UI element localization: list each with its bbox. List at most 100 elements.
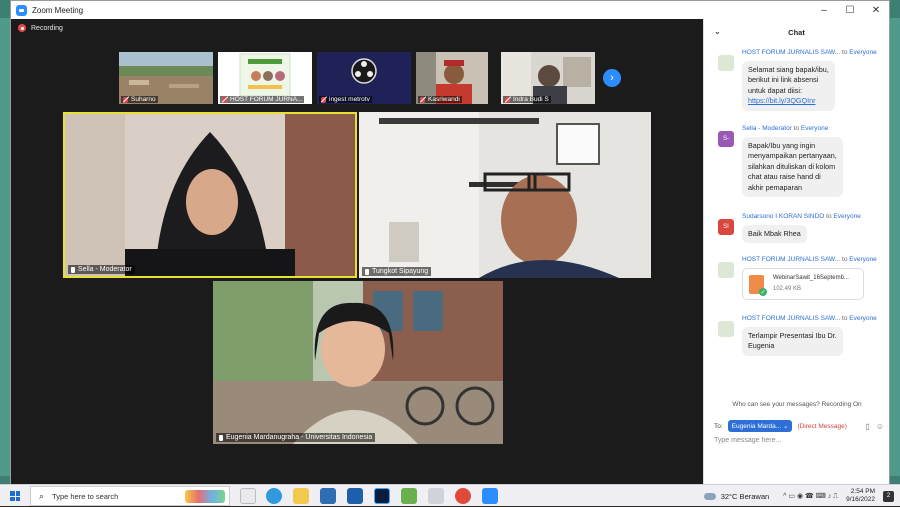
photoshop-icon[interactable]	[374, 488, 390, 504]
windows-start-icon[interactable]	[10, 491, 20, 501]
thumbnail-host-forum[interactable]: HOST FORUM JURNA...	[218, 52, 312, 104]
file-share-icon[interactable]: ▯	[865, 422, 869, 431]
system-tray: 32°C Berawan ^ ▭ ◉ ☎ ⌨ ♪ ⎍ 2:54 PM 9/16/…	[704, 485, 900, 507]
message-line: Baik Mbak Rhea	[748, 229, 801, 239]
mic-muted-icon	[321, 97, 326, 103]
message-line: silahkan dituliskan di kolom	[748, 162, 837, 172]
recording-icon	[18, 24, 26, 32]
recipient-dropdown[interactable]: Eugenia Marda... ⌄	[728, 420, 793, 432]
minimize-button[interactable]: –	[811, 1, 837, 19]
message-line: berikut ini link absensi	[748, 75, 829, 85]
participant-name: Tungkot Sipayung	[372, 268, 428, 275]
to-label: To:	[714, 423, 723, 430]
message-line: menyampaikan pertanyaan,	[748, 151, 837, 161]
thumbnail-suharno[interactable]: Suharno	[119, 52, 213, 104]
chevron-down-icon[interactable]: ⌄	[714, 27, 721, 36]
sender-name[interactable]: HOST FORUM JURNALIS SAW...	[742, 315, 840, 322]
check-icon: ✓	[759, 288, 767, 296]
message-bubble: Baik Mbak Rhea	[742, 225, 807, 243]
clock-date: 9/16/2022	[846, 496, 875, 504]
search-placeholder: Type here to search	[52, 492, 118, 501]
zoom-window: Zoom Meeting – ☐ ✕ Recording Suharno	[10, 0, 890, 484]
message-meta: Sella - Moderator to Everyone	[742, 125, 828, 132]
to-label: to	[840, 315, 849, 322]
sender-name[interactable]: Sudarsono I KORAN SINDO	[742, 213, 824, 220]
thumbnail-kasriwandi[interactable]: Kasriwandi	[416, 52, 488, 104]
notepad-icon[interactable]	[428, 488, 444, 504]
file-explorer-icon[interactable]	[293, 488, 309, 504]
word-icon[interactable]	[347, 488, 363, 504]
taskbar: ⌕ Type here to search 32°C Berawan ^ ▭ ◉…	[0, 484, 900, 506]
maximize-button[interactable]: ☐	[837, 1, 863, 19]
sender-name[interactable]: HOST FORUM JURNALIS SAW...	[742, 256, 840, 263]
avatar	[718, 55, 734, 71]
window-title: Zoom Meeting	[32, 6, 83, 15]
message-bubble: Bapak/Ibu yang ingin menyampaikan pertan…	[742, 137, 843, 197]
clock[interactable]: 2:54 PM 9/16/2022	[846, 488, 875, 504]
zoom-app-icon	[16, 5, 27, 16]
message-bubble: Terlampir Presentasi Ibu Dr. Eugenia	[742, 327, 843, 356]
file-attachment[interactable]: ✓ WebinarSawit_16Septemb... 102.49 KB	[742, 268, 864, 300]
emoji-icon[interactable]: ☺	[876, 422, 884, 431]
to-label: to	[840, 256, 849, 263]
mic-muted-icon	[222, 97, 227, 103]
notification-icon[interactable]: 2	[883, 491, 894, 502]
recording-indicator[interactable]: Recording	[18, 24, 63, 32]
sender-name[interactable]: HOST FORUM JURNALIS SAW...	[742, 49, 840, 56]
edge-icon[interactable]	[266, 488, 282, 504]
app-icon[interactable]	[401, 488, 417, 504]
message-input[interactable]: Type message here...	[714, 437, 781, 444]
video-tile-tungkot[interactable]: Tungkot Sipayung	[359, 112, 651, 278]
speaker-video	[359, 112, 651, 278]
chat-message: HOST FORUM JURNALIS SAW... to Everyone T…	[712, 315, 884, 361]
participant-name: Kasriwandi	[428, 96, 460, 103]
chrome-icon[interactable]	[455, 488, 471, 504]
task-view-icon[interactable]	[240, 488, 256, 504]
pin-icon	[219, 435, 223, 441]
message-line: Bapak/Ibu yang ingin	[748, 141, 837, 151]
recipient-name: Everyone	[849, 49, 876, 56]
file-name: WebinarSawit_16Septemb...	[773, 275, 849, 281]
cloud-icon	[704, 493, 716, 500]
chat-message: HOST FORUM JURNALIS SAW... to Everyone S…	[712, 49, 884, 115]
message-meta: HOST FORUM JURNALIS SAW... to Everyone	[742, 256, 877, 263]
weather-widget[interactable]: 32°C Berawan	[704, 492, 769, 501]
video-tile-sella[interactable]: Sella - Moderator	[63, 112, 357, 278]
direct-message-label: (Direct Message)	[797, 423, 846, 430]
mic-muted-icon	[420, 97, 425, 103]
chat-panel: ⌄ Chat HOST FORUM JURNALIS SAW... to Eve…	[703, 19, 889, 484]
thumbnail-ingest-metrotv[interactable]: ingest metrotv	[317, 52, 411, 104]
participant-name: Indra Budi S	[513, 96, 549, 103]
recipient-name: Everyone	[849, 256, 876, 263]
recording-label: Recording	[31, 25, 63, 32]
moderator-video	[65, 114, 355, 276]
attendance-link[interactable]: https://bit.ly/3QGQInr	[748, 96, 829, 106]
participant-name: Eugenia Mardanugraha - Universitas Indon…	[226, 434, 372, 441]
close-button[interactable]: ✕	[863, 1, 889, 19]
participant-name: HOST FORUM JURNA...	[230, 96, 302, 103]
chat-title: Chat	[788, 28, 805, 37]
message-meta: HOST FORUM JURNALIS SAW... to Everyone	[742, 315, 877, 322]
message-line: Eugenia	[748, 341, 837, 351]
clock-time: 2:54 PM	[846, 488, 875, 496]
mail-icon[interactable]	[320, 488, 336, 504]
video-tile-eugenia[interactable]: Eugenia Mardanugraha - Universitas Indon…	[213, 281, 503, 444]
who-can-see-link[interactable]: Who can see your messages? Recording On	[704, 401, 890, 408]
tray-icons[interactable]: ^ ▭ ◉ ☎ ⌨ ♪ ⎍	[783, 492, 838, 501]
pin-icon	[365, 269, 369, 275]
recipient-row: To: Eugenia Marda... ⌄ (Direct Message) …	[714, 419, 884, 433]
pin-icon	[71, 267, 75, 273]
taskbar-search[interactable]: ⌕ Type here to search	[30, 486, 230, 506]
to-label: to	[840, 49, 849, 56]
avatar	[718, 262, 734, 278]
file-size: 102.49 KB	[773, 286, 801, 292]
next-page-button[interactable]: ›	[603, 69, 621, 87]
message-meta: HOST FORUM JURNALIS SAW... to Everyone	[742, 49, 877, 56]
zoom-taskbar-icon[interactable]	[482, 488, 498, 504]
message-line: Terlampir Presentasi Ibu Dr.	[748, 331, 837, 341]
chat-message: HOST FORUM JURNALIS SAW... to Everyone ✓…	[712, 256, 884, 304]
recipient-name: Everyone	[833, 213, 860, 220]
chat-message: SI Sudarsono I KORAN SINDO to Everyone B…	[712, 213, 884, 247]
sender-name[interactable]: Sella - Moderator	[742, 125, 792, 132]
thumbnail-indra-budi[interactable]: Indra Budi S	[501, 52, 595, 104]
